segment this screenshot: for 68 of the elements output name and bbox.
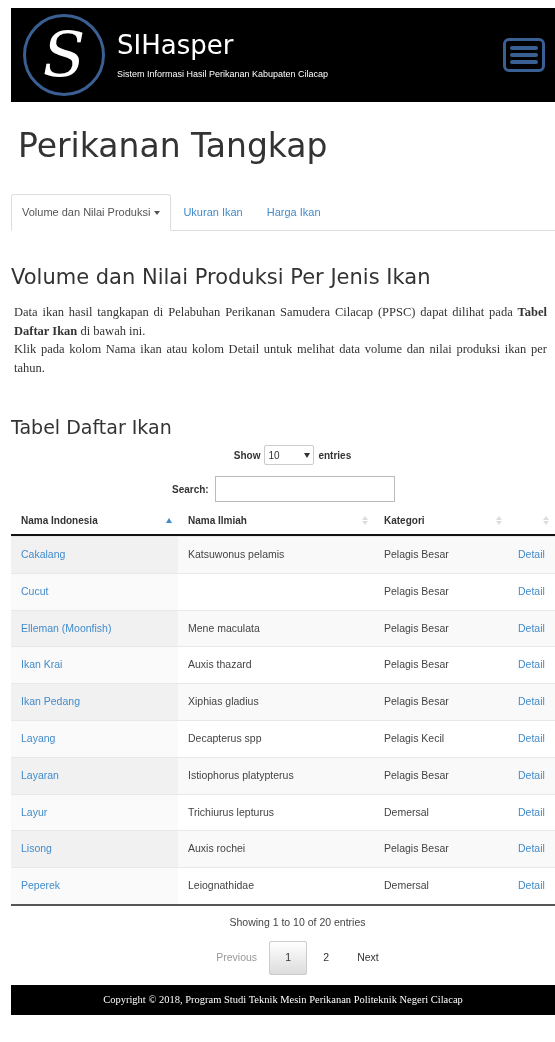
description-text: Data ikan hasil tangkapan di Pelabuhan Perikanan Samudera Cilacap (PPSC) dapat dilihat pada Tabel Daftar Ikan di bawah ini.: [14, 304, 547, 340]
fish-name-link[interactable]: Layur: [21, 804, 48, 821]
fish-name-link[interactable]: Layang: [21, 731, 56, 747]
page-button[interactable]: 2: [307, 940, 346, 975]
search-field[interactable]: [214, 476, 395, 502]
table-cell-text: Mene maculata: [188, 620, 260, 636]
table-cell: Leiognathidae: [188, 878, 254, 894]
detail-link[interactable]: Detail: [518, 620, 545, 637]
column-header[interactable]: Nama Indonesia: [21, 512, 98, 528]
fish-name-link[interactable]: Ikan Krai: [21, 657, 63, 674]
fish-name-link[interactable]: Layaran: [21, 767, 59, 784]
description-text: Klik pada kolom Nama ikan atau kolom Detail untuk melihat data volume dan nilai produksi ikan per tahun.: [14, 341, 547, 377]
tab[interactable]: Volume dan Nilai Produksi: [11, 194, 172, 231]
site-subtitle: Sistem Informasi Hasil Perikanan Kabupaten Cilacap: [117, 67, 329, 81]
table-cell-text: Pelagis Besar: [384, 767, 449, 783]
fish-name-link[interactable]: Cakalang: [21, 547, 66, 563]
section-title: Volume dan Nilai Produksi Per Jenis Ikan: [11, 264, 431, 291]
fish-name-link[interactable]: Peperek: [21, 878, 61, 894]
caret-icon: [304, 452, 311, 458]
table-cell-text: Auxis thazard: [188, 657, 252, 673]
entries-select[interactable]: 10: [264, 445, 315, 465]
table-cell-text: Istiophorus platypterus: [188, 767, 294, 783]
tab[interactable]: Ukuran Ikan: [171, 194, 255, 231]
table-cell-text: Decapterus spp: [188, 731, 262, 746]
detail-link[interactable]: Detail: [518, 694, 545, 710]
fish-name-link[interactable]: Cucut: [21, 583, 49, 600]
table-cell-text: Pelagis Besar: [384, 841, 449, 857]
detail-link[interactable]: Detail: [518, 804, 545, 821]
table-cell: Xiphias gladius: [188, 694, 259, 710]
sort-icon[interactable]: [496, 515, 502, 525]
detail-link[interactable]: Detail: [518, 547, 545, 563]
detail-link[interactable]: Detail: [518, 657, 545, 674]
table-cell: Demersal: [384, 878, 429, 894]
show-label: Show: [233, 448, 261, 463]
detail-link[interactable]: Detail: [518, 767, 545, 784]
copyright-text: Copyright © 2018, Program Studi Teknik Mesin Perikanan Politeknik Negeri Cilacap: [103, 992, 463, 1007]
table-cell-text: Katsuwonus pelamis: [188, 547, 285, 562]
table-title: Tabel Daftar Ikan: [11, 415, 172, 439]
menu-button[interactable]: [503, 38, 545, 72]
table-info: Showing 1 to 10 of 20 entries: [229, 914, 366, 930]
sort-icon[interactable]: [362, 515, 368, 525]
column-header[interactable]: Kategori: [384, 512, 425, 528]
sort-ascending-icon[interactable]: [166, 517, 172, 523]
table-cell-text: Pelagis Besar: [384, 583, 449, 599]
search-label: Search:: [172, 482, 209, 497]
detail-link[interactable]: Detail: [518, 731, 545, 747]
detail-link[interactable]: Detail: [518, 841, 545, 858]
table-cell-text: Trichiurus lepturus: [188, 804, 274, 820]
table-cell-text: Pelagis Besar: [384, 620, 449, 636]
column-header[interactable]: Nama Ilmiah: [188, 512, 247, 528]
fish-name-link[interactable]: Ikan Pedang: [21, 694, 80, 710]
page-title: Perikanan Tangkap: [18, 125, 328, 167]
table-cell-text: Pelagis Kecil: [384, 731, 445, 746]
detail-link[interactable]: Detail: [518, 878, 545, 894]
detail-link[interactable]: Detail: [518, 583, 545, 600]
table-cell-text: Auxis rochei: [188, 841, 246, 857]
entries-label: entries: [318, 448, 352, 463]
sort-icon[interactable]: [543, 515, 549, 525]
table-cell-text: Pelagis Besar: [384, 547, 449, 562]
site-title: SIHasper: [117, 29, 234, 62]
table-cell-text: Pelagis Besar: [384, 657, 449, 673]
table-cell-text: Demersal: [384, 804, 429, 820]
fish-name-link[interactable]: Lisong: [21, 841, 52, 858]
pagination-link[interactable]: Next: [345, 940, 391, 975]
tab[interactable]: Harga Ikan: [254, 194, 333, 231]
table-cell: Pelagis Besar: [384, 694, 449, 710]
logo: S: [23, 14, 105, 96]
page-button[interactable]: 1: [269, 940, 308, 975]
